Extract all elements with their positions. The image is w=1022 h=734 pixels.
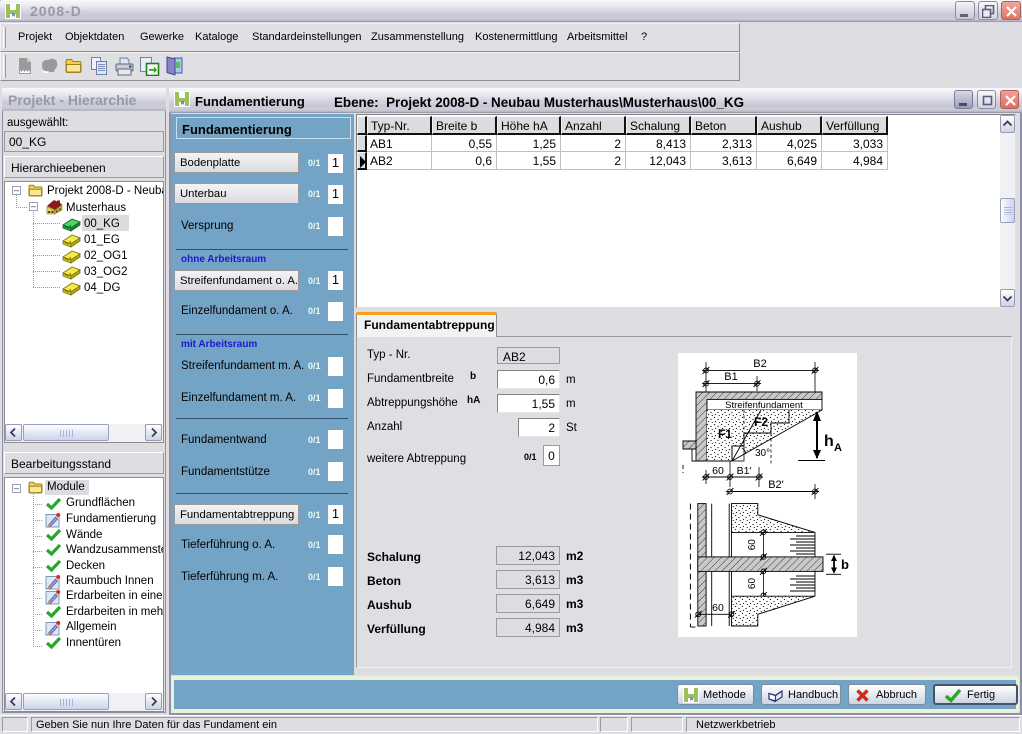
- svg-text:h: h: [824, 433, 834, 450]
- svg-text:A: A: [834, 442, 842, 454]
- svg-text:30°: 30°: [755, 448, 770, 459]
- svg-text:60: 60: [712, 602, 724, 614]
- svg-text:60: 60: [747, 539, 758, 551]
- svg-text:B1: B1: [724, 371, 737, 383]
- svg-text:F2: F2: [754, 415, 768, 429]
- svg-text:60: 60: [747, 578, 758, 590]
- svg-text:B1': B1': [737, 465, 752, 477]
- svg-text:b: b: [841, 557, 849, 572]
- svg-text:B2: B2: [753, 358, 766, 370]
- svg-text:60: 60: [712, 465, 724, 477]
- svg-text:F1: F1: [718, 427, 732, 441]
- svg-text:Streifenfundament: Streifenfundament: [725, 400, 803, 411]
- svg-text:B2': B2': [768, 479, 784, 491]
